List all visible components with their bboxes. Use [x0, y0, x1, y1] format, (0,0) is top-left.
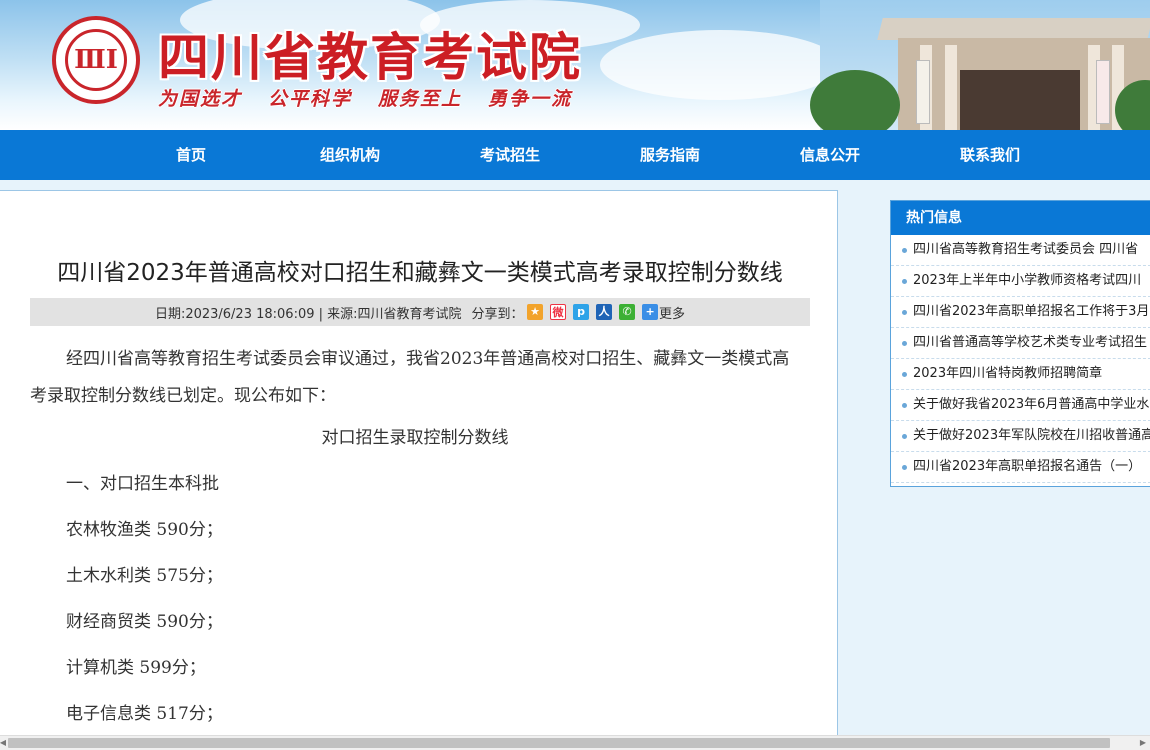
nav-item-organization[interactable]: 组织机构 — [290, 130, 410, 180]
score-line: 计算机类 599分； — [66, 658, 206, 678]
article-subheading: 对口招生录取控制分数线 — [321, 428, 509, 448]
building-image — [810, 0, 1150, 130]
hot-info-heading: 热门信息 — [891, 201, 1150, 235]
article-meta: 日期:2023/6/23 18:06:09 | 来源:四川省教育考试院 — [154, 306, 462, 322]
hot-info-item[interactable]: 四川省高等教育招生考试委员会 四川省 — [891, 235, 1150, 266]
slogan: 公平科学 — [268, 88, 353, 110]
article-body: 经四川省高等教育招生考试委员会审议通过，我省2023年普通高校对口招生、藏彝文一… — [30, 341, 800, 737]
article-panel: 四川省2023年普通高校对口招生和藏彝文一类模式高考录取控制分数线 日期:202… — [0, 190, 838, 750]
more-share-link[interactable]: 更多 — [659, 303, 685, 322]
weibo-icon[interactable]: 微 — [550, 304, 567, 320]
hot-info-item[interactable]: 2023年上半年中小学教师资格考试四川 — [891, 266, 1150, 297]
score-line: 财经商贸类 590分； — [66, 612, 223, 632]
hot-info-item[interactable]: 四川省2023年高职单招报名通告（一） — [891, 452, 1150, 483]
slogan: 服务至上 — [378, 88, 463, 110]
wechat-icon[interactable]: ✆ — [619, 304, 636, 320]
score-line: 土木水利类 575分； — [66, 566, 223, 586]
site-title: 四川省教育考试院 — [158, 29, 583, 88]
renren-icon[interactable]: 人 — [596, 304, 613, 320]
hot-info-item[interactable]: 四川省2023年高职单招报名工作将于3月 — [891, 297, 1150, 328]
nav-item-service-guide[interactable]: 服务指南 — [610, 130, 730, 180]
logo-emblem: ⅢⅠ — [65, 29, 127, 91]
score-line: 农林牧渔类 590分； — [66, 520, 223, 540]
nav-item-contact[interactable]: 联系我们 — [930, 130, 1050, 180]
scrollbar-thumb[interactable] — [8, 738, 1110, 748]
qzone-icon[interactable]: ★ — [527, 304, 544, 320]
site-logo[interactable]: ⅢⅠ — [52, 16, 140, 104]
hot-info-item[interactable]: 2023年四川省特岗教师招聘简章 — [891, 359, 1150, 390]
main-nav: 首页 组织机构 考试招生 服务指南 信息公开 联系我们 — [0, 130, 1150, 180]
hot-info-item[interactable]: 四川省普通高等学校艺术类专业考试招生 — [891, 328, 1150, 359]
tencent-weibo-icon[interactable]: p — [573, 304, 590, 320]
hot-info-item[interactable]: 关于做好我省2023年6月普通高中学业水平 — [891, 390, 1150, 421]
score-line: 电子信息类 517分； — [66, 704, 223, 724]
more-share-icon[interactable]: + — [642, 304, 659, 320]
scroll-right-icon[interactable]: ▶ — [1136, 736, 1150, 750]
article-title: 四川省2023年普通高校对口招生和藏彝文一类模式高考录取控制分数线 — [57, 260, 783, 286]
nav-item-info-disclosure[interactable]: 信息公开 — [770, 130, 890, 180]
hot-info-item[interactable]: 关于做好2023年军队院校在川招收普通高 — [891, 421, 1150, 452]
site-banner: ⅢⅠ 四川省教育考试院 为国选才 公平科学 服务至上 勇争一流 — [0, 0, 1150, 130]
slogans: 为国选才 公平科学 服务至上 勇争一流 — [158, 84, 572, 111]
slogan: 勇争一流 — [488, 88, 573, 110]
nav-item-home[interactable]: 首页 — [131, 130, 251, 180]
nav-item-exams[interactable]: 考试招生 — [450, 130, 570, 180]
hot-info-panel: 热门信息 四川省高等教育招生考试委员会 四川省 2023年上半年中小学教师资格考… — [890, 200, 1150, 487]
horizontal-scrollbar[interactable]: ◀ ▶ — [0, 735, 1150, 750]
slogan: 为国选才 — [158, 88, 243, 110]
article-intro: 经四川省高等教育招生考试委员会审议通过，我省2023年普通高校对口招生、藏彝文一… — [30, 349, 790, 406]
article-meta-bar: 日期:2023/6/23 18:06:09 | 来源:四川省教育考试院 分享到：… — [30, 298, 810, 326]
article-section-heading: 一、对口招生本科批 — [66, 474, 219, 494]
share-label: 分享到： — [471, 306, 524, 322]
